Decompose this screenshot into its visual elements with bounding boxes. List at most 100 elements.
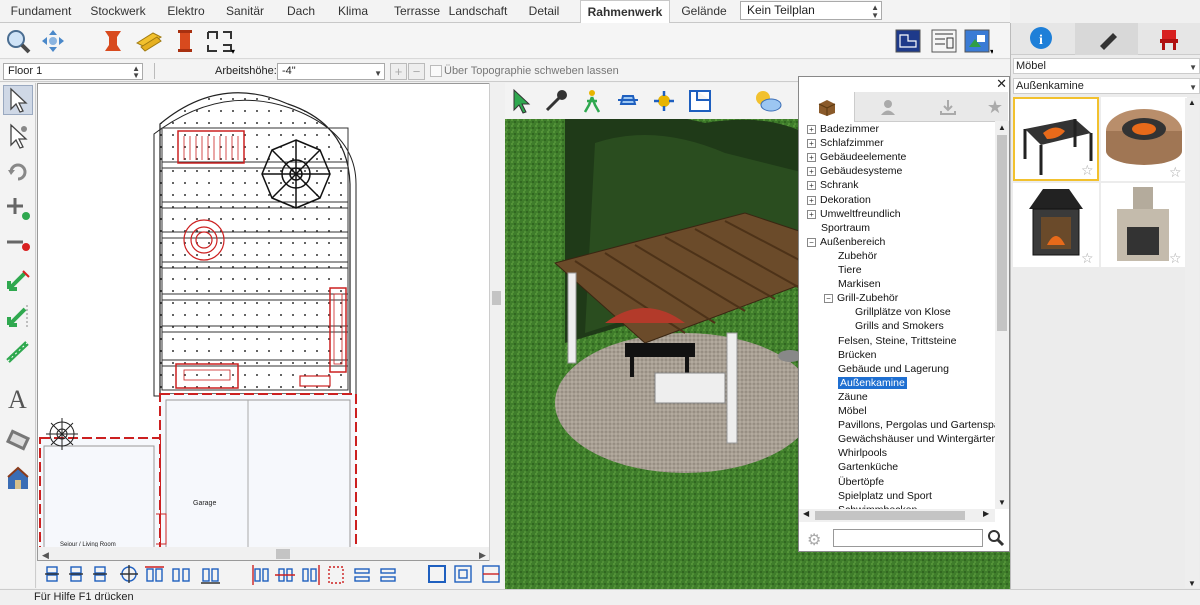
break-line-icon[interactable] bbox=[3, 265, 33, 295]
zoom-icon[interactable] bbox=[3, 26, 33, 56]
star-icon[interactable]: ★ bbox=[982, 92, 1008, 122]
fly-icon[interactable] bbox=[613, 86, 643, 116]
tab-klima[interactable]: Klima bbox=[328, 0, 378, 23]
center-object-icon[interactable] bbox=[482, 565, 500, 583]
stack-icon[interactable] bbox=[380, 568, 396, 582]
chimenea-thumbnail[interactable]: ☆ bbox=[1013, 183, 1099, 267]
align-left-icon[interactable] bbox=[252, 565, 269, 585]
film-tool-icon[interactable] bbox=[3, 425, 33, 455]
floorplan-3d-icon[interactable] bbox=[685, 86, 715, 116]
nested-frame-icon[interactable] bbox=[454, 565, 472, 583]
outdoor-fireplace-thumbnail[interactable]: ☆ bbox=[1101, 183, 1187, 267]
package-icon[interactable] bbox=[800, 92, 855, 122]
select-3d-icon[interactable] bbox=[507, 86, 537, 116]
expand-icon[interactable]: + bbox=[807, 209, 816, 219]
tree-item[interactable]: Pavillons, Pergolas und Gartenspal bbox=[838, 419, 995, 431]
subcategory-select[interactable]: Außenkamine ▼ bbox=[1013, 78, 1200, 94]
join-line-icon[interactable] bbox=[3, 301, 33, 331]
beam-tool-icon[interactable] bbox=[98, 26, 128, 56]
align-bottom-icon[interactable] bbox=[93, 566, 107, 582]
tree-item[interactable]: Schrank bbox=[820, 179, 859, 191]
rotate-icon[interactable] bbox=[3, 157, 33, 187]
delete-point-icon[interactable] bbox=[3, 229, 33, 259]
category-select[interactable]: Möbel ▼ bbox=[1013, 58, 1200, 74]
tab-gelände[interactable]: Gelände bbox=[670, 0, 738, 23]
text-tool-icon[interactable]: A bbox=[3, 383, 33, 413]
tree-item[interactable]: Markisen bbox=[838, 278, 881, 290]
tree-item[interactable]: Außenkamine bbox=[838, 376, 907, 389]
distribute-icon[interactable] bbox=[145, 566, 164, 582]
tree-item[interactable]: Tiere bbox=[838, 264, 862, 276]
tab-stockwerk[interactable]: Stockwerk bbox=[82, 0, 154, 23]
expand-icon[interactable]: + bbox=[807, 153, 816, 163]
framing-options-icon[interactable]: ▾ bbox=[205, 26, 235, 56]
library-search-input[interactable] bbox=[833, 529, 983, 547]
fire-pit-round-thumbnail[interactable]: ☆ bbox=[1101, 97, 1187, 181]
expand-icon[interactable]: + bbox=[807, 167, 816, 177]
tree-item[interactable]: Zubehör bbox=[838, 250, 877, 262]
tree-item[interactable]: Gebäudeelemente bbox=[820, 151, 906, 163]
scrollbar-thumb[interactable] bbox=[815, 511, 965, 520]
scrollbar-thumb[interactable] bbox=[997, 135, 1007, 331]
search-icon[interactable] bbox=[987, 529, 1005, 550]
add-point-icon[interactable] bbox=[3, 193, 33, 223]
tree-item[interactable]: Grillplätze von Klose bbox=[855, 306, 951, 318]
tree-item[interactable]: Gewächshäuser und Wintergärten bbox=[838, 433, 995, 445]
floor-select[interactable]: Floor 1 ▲ ▼ bbox=[3, 63, 143, 80]
plan-vertical-scrollbar[interactable] bbox=[489, 83, 503, 561]
tree-item[interactable]: Gebäudesysteme bbox=[820, 165, 902, 177]
tab-detail[interactable]: Detail bbox=[518, 0, 570, 23]
house-icon[interactable] bbox=[3, 463, 33, 493]
fire-pit-square-thumbnail[interactable]: ☆ bbox=[1013, 97, 1099, 181]
tree-item[interactable]: Sportraum bbox=[821, 222, 870, 234]
tab-landschaft[interactable]: Landschaft bbox=[438, 0, 518, 23]
teilplan-select[interactable]: Kein Teilplan ▲ ▼ bbox=[740, 1, 882, 20]
tree-item[interactable]: Gebäude und Lagerung bbox=[838, 363, 949, 375]
select-group-icon[interactable] bbox=[3, 121, 33, 151]
expand-icon[interactable]: + bbox=[807, 181, 816, 191]
topo-checkbox[interactable] bbox=[430, 65, 442, 77]
pen-icon[interactable] bbox=[1075, 23, 1138, 55]
preview-vertical-scrollbar[interactable]: ▲ ▼ bbox=[1185, 98, 1199, 588]
tree-item[interactable]: Badezimmer bbox=[820, 123, 879, 135]
tree-item[interactable]: Außenbereich bbox=[820, 236, 885, 248]
tree-horizontal-scrollbar[interactable]: ◀ ▶ bbox=[799, 509, 995, 522]
tree-item[interactable]: Grills and Smokers bbox=[855, 320, 944, 332]
space-vertical-icon[interactable] bbox=[201, 568, 220, 584]
tab-elektro[interactable]: Elektro bbox=[156, 0, 216, 23]
frame-icon[interactable] bbox=[428, 565, 446, 583]
eyedropper-icon[interactable] bbox=[541, 86, 571, 116]
decrease-button[interactable]: − bbox=[408, 63, 425, 80]
walk-icon[interactable] bbox=[577, 86, 607, 116]
tree-item[interactable]: Möbel bbox=[838, 405, 867, 417]
person-icon[interactable] bbox=[860, 92, 915, 122]
tree-item[interactable]: Brücken bbox=[838, 349, 877, 361]
info-icon[interactable]: i bbox=[1029, 26, 1053, 53]
weather-icon[interactable] bbox=[753, 86, 783, 116]
align-center-icon[interactable] bbox=[120, 565, 138, 583]
tab-rahmenwerk[interactable]: Rahmenwerk bbox=[580, 0, 670, 24]
scrollbar-thumb[interactable] bbox=[492, 291, 501, 305]
gear-icon[interactable]: ⚙ bbox=[807, 530, 821, 550]
tree-item[interactable]: Gartenküche bbox=[838, 461, 898, 473]
tree-item[interactable]: Felsen, Steine, Trittsteine bbox=[838, 335, 956, 347]
make-same-icon[interactable] bbox=[328, 566, 344, 584]
collapse-icon[interactable]: − bbox=[807, 237, 816, 247]
orbit-icon[interactable] bbox=[649, 86, 679, 116]
tree-item[interactable]: Zäune bbox=[838, 391, 868, 403]
post-tool-icon[interactable] bbox=[170, 26, 200, 56]
layout-view-icon[interactable] bbox=[929, 26, 959, 56]
space-horizontal-icon[interactable] bbox=[172, 568, 190, 582]
tab-dach[interactable]: Dach bbox=[274, 0, 328, 23]
close-icon[interactable]: ✕ bbox=[996, 77, 1007, 91]
expand-icon[interactable]: + bbox=[807, 139, 816, 149]
select-arrow-icon[interactable] bbox=[3, 85, 33, 115]
tab-sanitär[interactable]: Sanitär bbox=[216, 0, 274, 23]
tree-item[interactable]: Spielplatz und Sport bbox=[838, 490, 932, 502]
increase-button[interactable]: + bbox=[390, 63, 407, 80]
tree-item[interactable]: Dekoration bbox=[820, 194, 871, 206]
3d-view-icon[interactable]: ▾ bbox=[963, 26, 993, 56]
plan-view[interactable]: Garage Seiour / Living Room ◀ ▶ bbox=[37, 83, 503, 561]
collapse-icon[interactable]: − bbox=[824, 294, 833, 304]
align-middle-icon[interactable] bbox=[69, 566, 83, 582]
